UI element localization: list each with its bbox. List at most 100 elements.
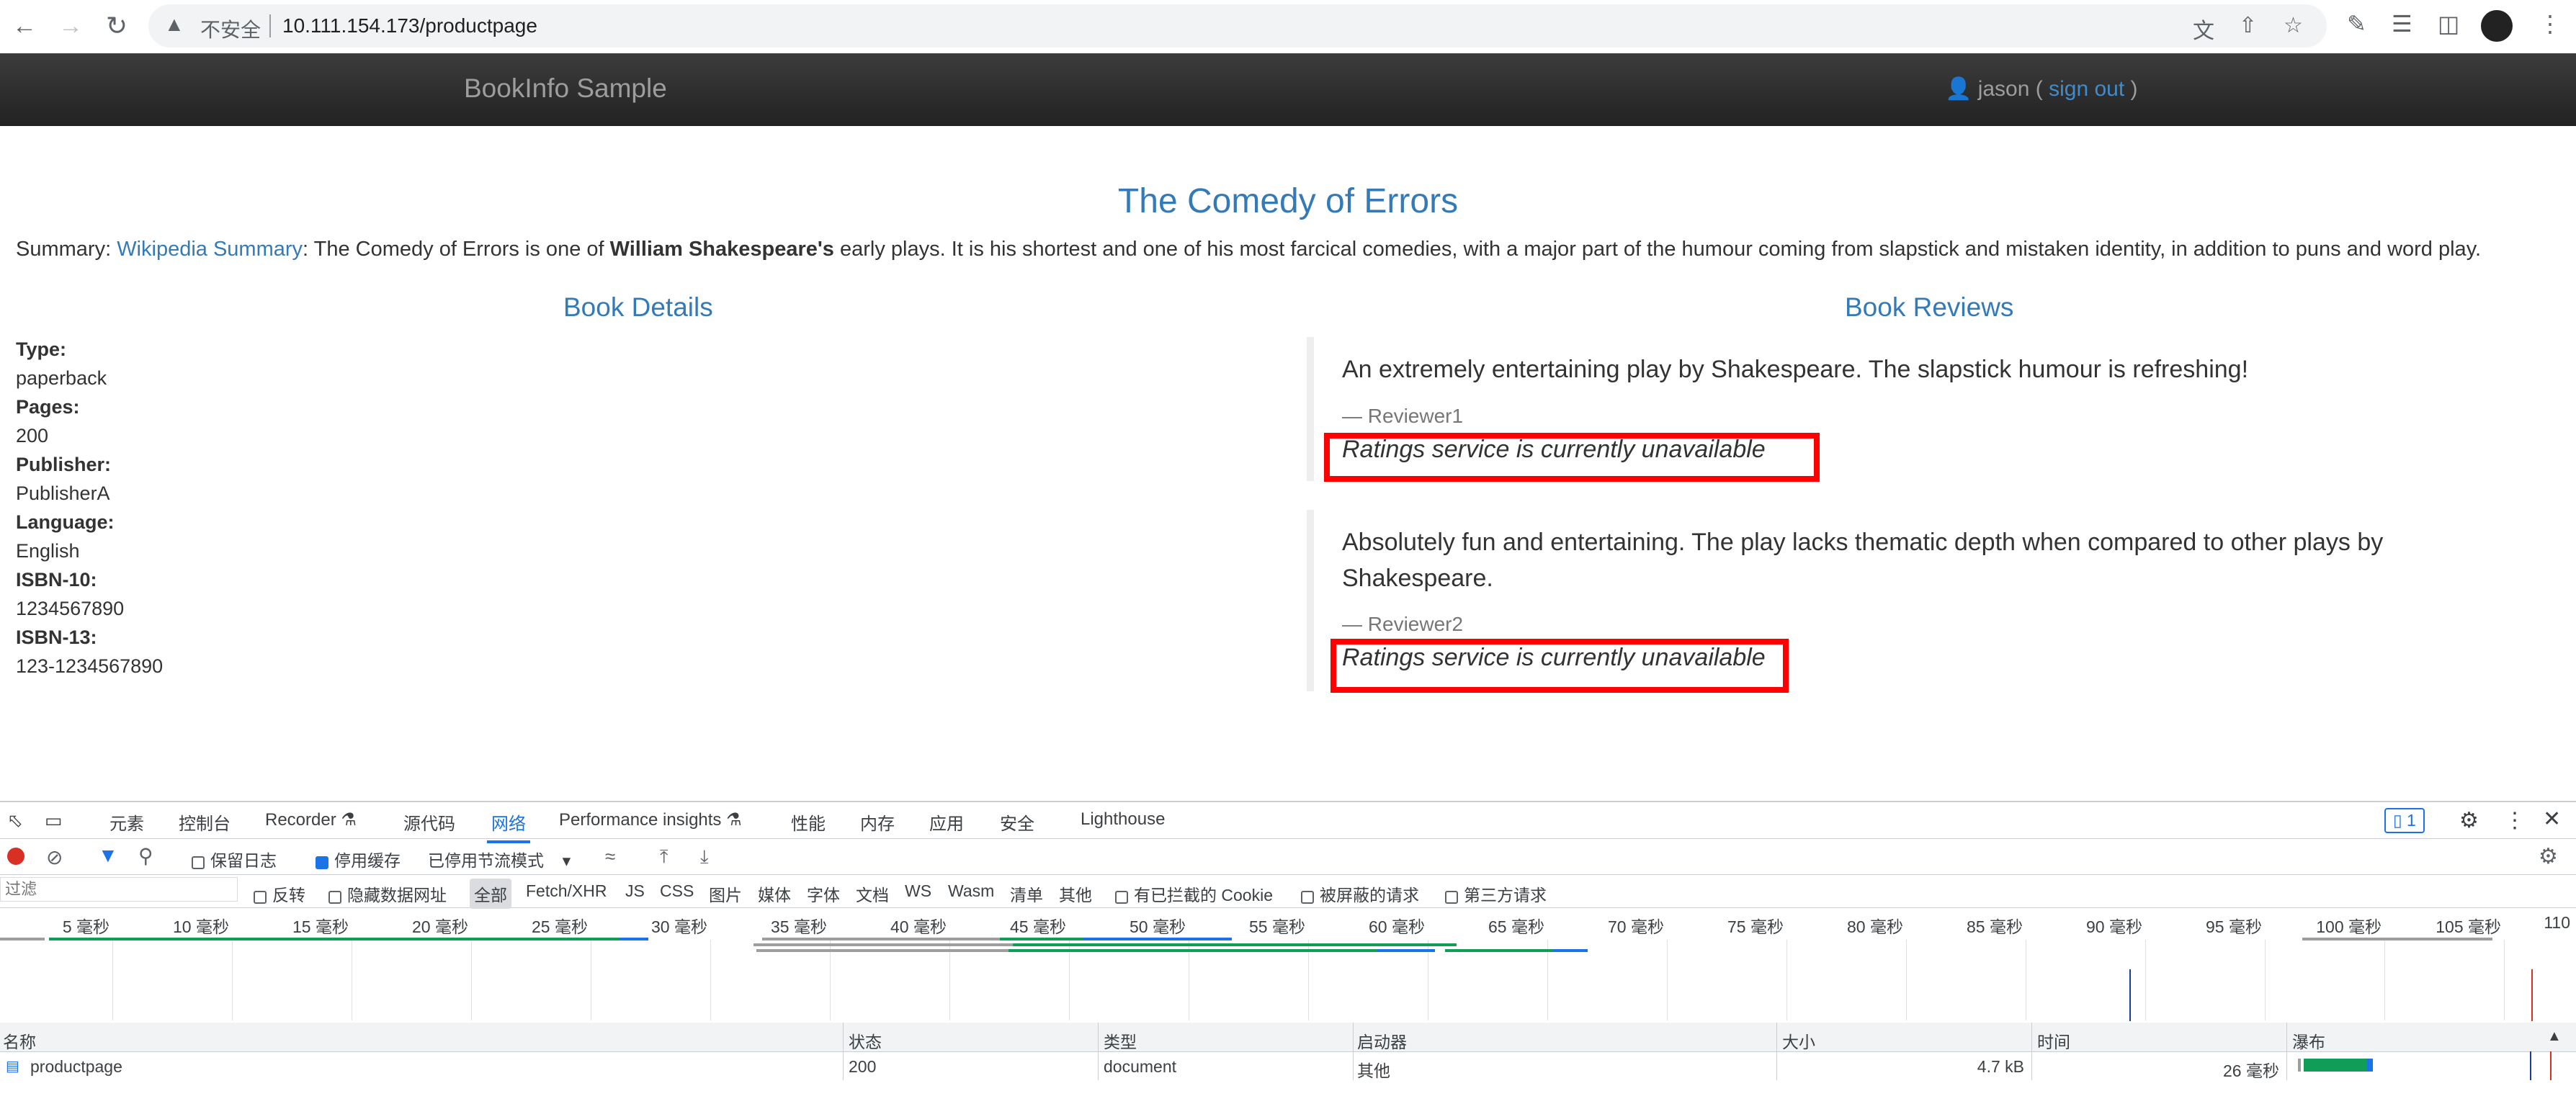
blocked-requests-checkbox[interactable]: 被屏蔽的请求: [1301, 881, 1419, 906]
column-divider: [2286, 1023, 2287, 1051]
issues-badge[interactable]: ▯ 1: [2384, 808, 2425, 833]
translate-icon[interactable]: 文: [2193, 13, 2214, 45]
column-divider: [1098, 1051, 1099, 1080]
menu-icon[interactable]: ⋮: [2539, 10, 2562, 37]
side-panel-icon[interactable]: ◫: [2438, 10, 2459, 37]
tab-elements[interactable]: 元素: [109, 809, 144, 835]
tab-network[interactable]: 网络: [487, 809, 530, 843]
row-time: 26 毫秒: [2223, 1061, 2279, 1080]
column-divider: [1353, 1051, 1354, 1080]
filter-type-media[interactable]: 媒体: [758, 881, 791, 906]
tab-application[interactable]: 应用: [929, 809, 964, 835]
reviewer-name: — Reviewer2: [1342, 613, 1464, 635]
column-header-type[interactable]: 类型: [1104, 1028, 1137, 1053]
filter-type-js[interactable]: JS: [625, 881, 645, 901]
network-conditions-icon[interactable]: ≈: [605, 845, 615, 868]
tab-console[interactable]: 控制台: [179, 809, 231, 835]
column-header-waterfall[interactable]: 瀑布: [2292, 1028, 2325, 1053]
bookmark-star-icon[interactable]: ☆: [2284, 13, 2303, 38]
tab-performance[interactable]: 性能: [791, 809, 826, 835]
blocked-requests-label: 被屏蔽的请求: [1320, 886, 1419, 904]
filter-type-all[interactable]: 全部: [470, 879, 511, 909]
profile-avatar[interactable]: [2481, 10, 2513, 42]
disable-cache-checkbox[interactable]: 停用缓存: [316, 847, 401, 871]
filter-input[interactable]: [0, 877, 238, 902]
wikipedia-summary-link[interactable]: Wikipedia Summary: [117, 238, 303, 261]
column-header-name[interactable]: 名称: [3, 1028, 36, 1053]
tab-recorder[interactable]: Recorder ⚗: [265, 809, 357, 830]
hide-data-urls-checkbox[interactable]: 隐藏数据网址: [328, 881, 447, 906]
clear-icon[interactable]: ⊘: [46, 845, 63, 869]
filter-type-other[interactable]: 其他: [1059, 881, 1092, 906]
warning-icon[interactable]: ▲: [164, 13, 184, 36]
sign-out-link[interactable]: sign out: [2049, 77, 2124, 101]
timeline-gridline: [232, 940, 233, 1020]
detail-label-publisher: Publisher:: [16, 454, 112, 475]
filter-type-ws[interactable]: WS: [905, 881, 931, 901]
row-name[interactable]: productpage: [30, 1057, 122, 1077]
request-bar: [1009, 949, 1377, 952]
column-divider: [1776, 1023, 1777, 1051]
invert-checkbox[interactable]: 反转: [254, 881, 305, 906]
user-name: jason (: [1977, 77, 2043, 101]
sort-asc-icon[interactable]: ▲: [2547, 1028, 2562, 1045]
detail-value-language: English: [16, 540, 80, 562]
filter-type-manifest[interactable]: 清单: [1010, 881, 1043, 906]
back-icon[interactable]: ←: [7, 9, 42, 43]
filter-type-wasm[interactable]: Wasm: [948, 881, 994, 901]
table-row[interactable]: ▤ productpage 200 document 其他 4.7 kB 26 …: [0, 1051, 2576, 1080]
column-header-status[interactable]: 状态: [849, 1028, 882, 1053]
export-har-icon[interactable]: ⤓: [700, 845, 709, 868]
tab-sources[interactable]: 源代码: [403, 809, 455, 835]
forward-icon[interactable]: →: [53, 9, 88, 43]
reload-icon[interactable]: ↻: [99, 9, 134, 43]
network-settings-gear-icon[interactable]: ⚙: [2539, 844, 2558, 869]
filter-type-font[interactable]: 字体: [807, 881, 840, 906]
media-icon[interactable]: ☰: [2392, 10, 2412, 37]
share-icon[interactable]: ⇧: [2239, 13, 2257, 38]
waterfall-bar-waiting: [2304, 1059, 2367, 1072]
filter-type-doc[interactable]: 文档: [856, 881, 889, 906]
insecure-label[interactable]: 不安全: [200, 14, 261, 43]
column-header-time[interactable]: 时间: [2037, 1028, 2070, 1053]
column-divider: [2286, 1051, 2287, 1080]
settings-gear-icon[interactable]: ⚙: [2459, 808, 2479, 833]
filter-type-img[interactable]: 图片: [709, 881, 742, 906]
device-toolbar-icon[interactable]: ▭: [45, 809, 63, 832]
extensions-icon[interactable]: ✎: [2347, 10, 2366, 37]
filter-icon[interactable]: ▼: [98, 844, 118, 867]
tab-memory[interactable]: 内存: [860, 809, 895, 835]
tab-security[interactable]: 安全: [1000, 809, 1034, 835]
tab-lighthouse[interactable]: Lighthouse: [1081, 809, 1165, 830]
filter-type-css[interactable]: CSS: [660, 881, 694, 901]
timeline-tick: 70 毫秒: [1608, 917, 1664, 936]
column-header-initiator[interactable]: 启动器: [1357, 1028, 1407, 1053]
request-bar: [756, 949, 1009, 952]
import-har-icon[interactable]: ⤒: [660, 845, 668, 868]
throttle-select[interactable]: 已停用节流模式 ▾: [428, 847, 571, 871]
request-bar: [753, 943, 1013, 946]
row-initiator: 其他: [1357, 1061, 1390, 1080]
search-icon[interactable]: ⚲: [138, 844, 153, 868]
more-options-icon[interactable]: ⋮: [2504, 808, 2526, 833]
column-header-size[interactable]: 大小: [1782, 1028, 1815, 1053]
summary-rest: early plays. It is his shortest and one …: [833, 238, 2482, 261]
preserve-log-checkbox[interactable]: 保留日志: [192, 847, 277, 871]
inspect-icon[interactable]: ⬁: [7, 809, 23, 832]
network-overview-timeline[interactable]: 5 毫秒 10 毫秒 15 毫秒 20 毫秒 25 毫秒 30 毫秒 35 毫秒…: [0, 907, 2576, 1023]
filter-type-fetch-xhr[interactable]: Fetch/XHR: [526, 881, 607, 901]
devtools-panel: ⬁ ▭ 元素 控制台 Recorder ⚗ 源代码 网络 Performance…: [0, 801, 2576, 1109]
third-party-checkbox[interactable]: 第三方请求: [1445, 881, 1547, 906]
url-text[interactable]: 10.111.154.173/productpage: [282, 14, 537, 37]
blocked-cookies-checkbox[interactable]: 有已拦截的 Cookie: [1115, 881, 1273, 906]
waterfall-bar-queue: [2298, 1059, 2301, 1072]
load-event-marker: [2550, 1051, 2552, 1080]
close-icon[interactable]: ✕: [2543, 807, 2561, 832]
highlight-box: [1324, 433, 1820, 482]
address-bar[interactable]: ▲ 不安全 10.111.154.173/productpage 文 ⇧ ☆: [148, 4, 2327, 48]
request-bar: [1553, 949, 1588, 952]
tab-performance-insights[interactable]: Performance insights ⚗: [559, 809, 742, 830]
disable-cache-label: 停用缓存: [334, 851, 401, 870]
record-icon[interactable]: [7, 848, 24, 865]
brand-title[interactable]: BookInfo Sample: [464, 73, 667, 104]
